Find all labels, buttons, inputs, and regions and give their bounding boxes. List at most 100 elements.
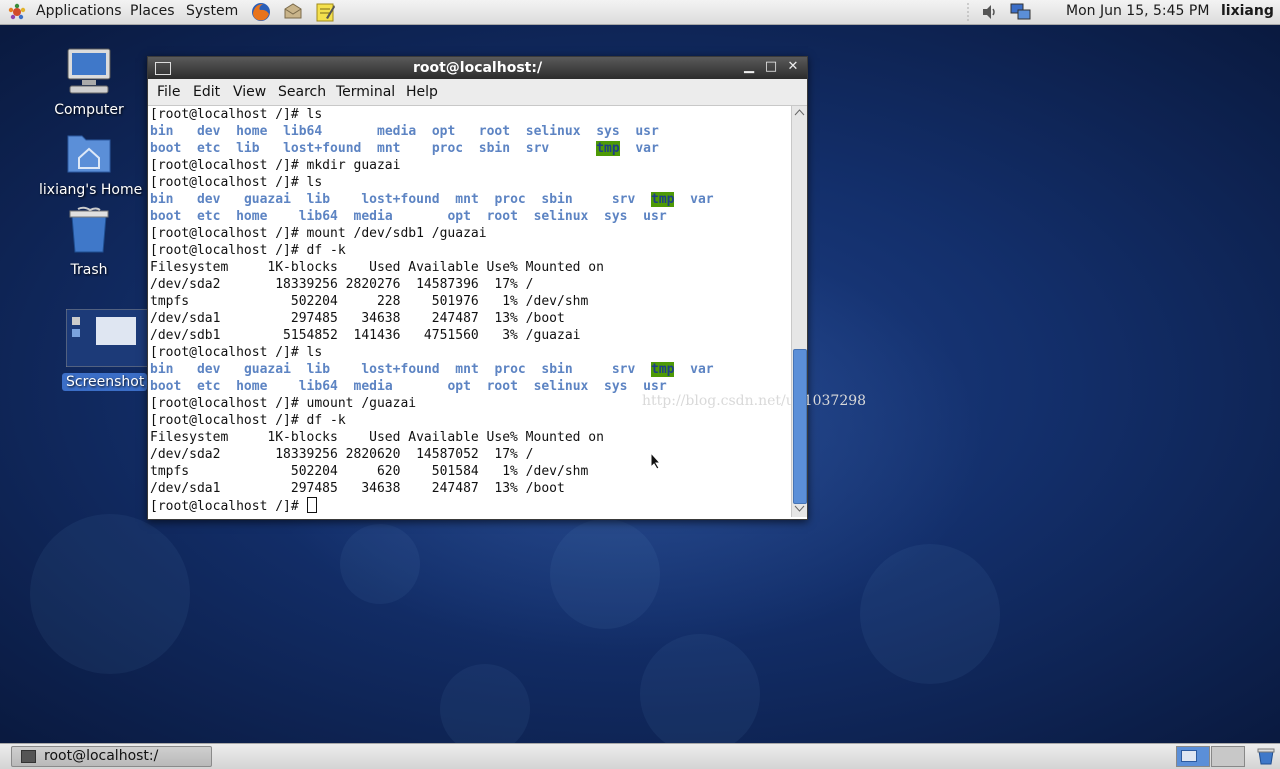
panel-clock[interactable]: Mon Jun 15, 5:45 PM — [1066, 3, 1209, 19]
menu-edit[interactable]: Edit — [193, 84, 220, 100]
terminal-line: [root@localhost /]# mount /dev/sdb1 /gua… — [150, 226, 487, 241]
top-panel: Applications Places System Mon Jun 15, 5… — [0, 0, 1280, 25]
window-titlebar[interactable]: root@localhost:/ ▁ □ ✕ — [148, 57, 807, 79]
desktop-icon-trash[interactable]: Trash — [39, 206, 139, 278]
directory-entry: var — [690, 192, 714, 207]
workspace-2[interactable] — [1211, 746, 1245, 767]
minimize-button[interactable]: ▁ — [742, 60, 756, 74]
computer-icon — [67, 48, 111, 94]
mail-launcher-icon[interactable] — [282, 1, 304, 23]
bokeh-circle — [550, 519, 660, 629]
terminal-scrollbar[interactable] — [791, 106, 807, 517]
directory-entry: selinux — [533, 209, 589, 224]
directory-entry: srv — [525, 141, 550, 156]
directory-entry: bin — [150, 124, 174, 139]
directory-entry: root — [478, 124, 511, 139]
bokeh-circle — [640, 634, 760, 754]
mouse-cursor-icon — [650, 452, 662, 470]
directory-entry: var — [690, 362, 714, 377]
directory-entry: opt — [447, 209, 471, 224]
system-menu[interactable]: System — [186, 3, 238, 19]
network-icon[interactable] — [1009, 2, 1033, 22]
terminal-ls-row: bin dev guazai lib lost+found mnt proc s… — [150, 361, 791, 378]
directory-entry: lib64 — [298, 379, 338, 394]
user-menu[interactable]: lixiang — [1221, 3, 1274, 19]
terminal-line: tmpfs 502204 228 501976 1% /dev/shm — [150, 294, 589, 309]
directory-entry: srv — [611, 192, 636, 207]
desktop-icon-screenshot[interactable]: Screenshot — [57, 308, 149, 391]
directory-entry: dev — [196, 192, 221, 207]
screenshot-thumbnail-icon — [65, 308, 149, 368]
directory-entry: sys — [604, 379, 628, 394]
terminal-line: [root@localhost /]# ls — [150, 175, 323, 190]
terminal-line: [root@localhost /]# ls — [150, 107, 323, 122]
places-menu[interactable]: Places — [130, 3, 175, 19]
directory-entry: selinux — [533, 379, 589, 394]
desktop-icon-computer[interactable]: Computer — [39, 46, 139, 118]
directory-entry: root — [486, 379, 518, 394]
home-folder-icon — [67, 135, 111, 173]
directory-entry: opt — [447, 379, 471, 394]
scroll-up-arrow-icon[interactable] — [794, 108, 805, 117]
bokeh-circle — [340, 524, 420, 604]
directory-entry: lost+found — [283, 141, 362, 156]
desktop-icon-home[interactable]: lixiang's Home — [39, 128, 142, 198]
menu-terminal[interactable]: Terminal — [336, 84, 395, 100]
directory-entry: mnt — [455, 192, 479, 207]
terminal-line: /dev/sda1 297485 34638 247487 13% /boot — [150, 311, 565, 326]
scroll-down-arrow-icon[interactable] — [794, 504, 805, 513]
directory-entry: etc — [196, 209, 221, 224]
directory-entry: proc — [431, 141, 464, 156]
directory-entry: sbin — [541, 362, 573, 377]
scroll-thumb[interactable] — [793, 349, 807, 504]
directory-entry: var — [635, 141, 659, 156]
directory-entry: lib — [306, 192, 331, 207]
menu-view[interactable]: View — [233, 84, 266, 100]
directory-entry: sys — [604, 209, 628, 224]
directory-entry: sys — [596, 124, 620, 139]
panel-separator — [967, 3, 969, 21]
terminal-line: [root@localhost /]# df -k — [150, 243, 346, 258]
menu-help[interactable]: Help — [406, 84, 438, 100]
directory-entry: bin — [150, 192, 174, 207]
directory-entry: boot — [150, 141, 182, 156]
bottom-panel: root@localhost:/ — [0, 743, 1280, 769]
trash-applet-icon[interactable] — [1256, 747, 1276, 765]
directory-entry: media — [353, 379, 393, 394]
directory-entry: boot — [150, 209, 182, 224]
terminal-line: Filesystem 1K-blocks Used Available Use%… — [150, 430, 604, 445]
workspace-window-thumb — [1181, 750, 1197, 762]
terminal-cursor — [306, 497, 317, 513]
directory-entry: dev — [196, 362, 221, 377]
terminal-prompt-line: [root@localhost /]# — [150, 497, 791, 514]
menu-search[interactable]: Search — [278, 84, 326, 100]
workspace-1[interactable] — [1176, 746, 1210, 767]
directory-entry: home — [236, 379, 268, 394]
directory-entry: tmp — [651, 362, 675, 377]
directory-entry: lib — [236, 141, 260, 156]
volume-icon[interactable] — [980, 3, 1000, 21]
directory-entry: proc — [494, 362, 526, 377]
directory-entry: guazai — [243, 192, 291, 207]
trash-icon — [69, 206, 109, 253]
menu-file[interactable]: File — [157, 84, 180, 100]
directory-entry: guazai — [243, 362, 291, 377]
desktop-icon-label: Screenshot — [62, 373, 147, 391]
gnome-foot-icon[interactable] — [8, 3, 26, 21]
firefox-launcher-icon[interactable] — [250, 1, 272, 23]
maximize-button[interactable]: □ — [764, 60, 778, 74]
terminal-output[interactable]: [root@localhost /]# ls bin dev home lib64… — [150, 106, 791, 518]
directory-entry: tmp — [596, 141, 620, 156]
terminal-line: [root@localhost /]# df -k — [150, 413, 346, 428]
taskbar-terminal-button[interactable]: root@localhost:/ — [11, 746, 212, 767]
text-editor-launcher-icon[interactable] — [314, 1, 336, 23]
terminal-line: Filesystem 1K-blocks Used Available Use%… — [150, 260, 604, 275]
close-button[interactable]: ✕ — [786, 60, 800, 74]
terminal-ls-row: bin dev home lib64 media opt root selinu… — [150, 123, 791, 140]
applications-menu[interactable]: Applications — [36, 3, 122, 19]
terminal-line: /dev/sda1 297485 34638 247487 13% /boot — [150, 481, 565, 496]
directory-entry: root — [486, 209, 518, 224]
directory-entry: lost+found — [361, 192, 440, 207]
taskbar-label: root@localhost:/ — [44, 748, 159, 764]
directory-entry: lib64 — [298, 209, 338, 224]
